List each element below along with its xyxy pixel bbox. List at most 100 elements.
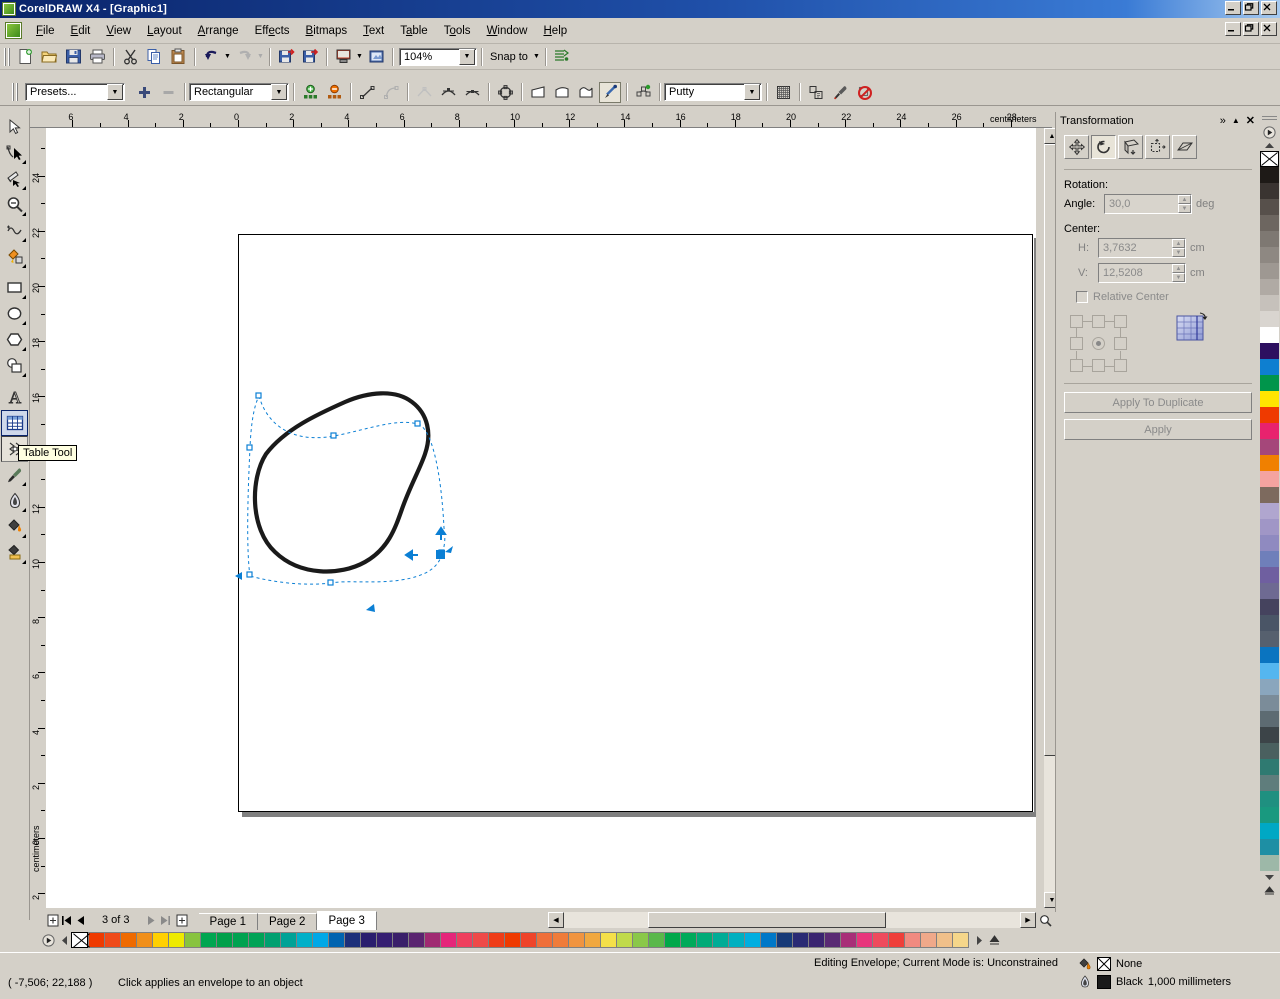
center-v-spin-buttons[interactable]: ▲ ▼ <box>1172 264 1185 282</box>
shape-tool[interactable] <box>1 140 28 166</box>
palette-swatch[interactable] <box>1260 647 1279 663</box>
palette-swatch[interactable] <box>1260 487 1279 503</box>
palette-swatch[interactable] <box>1260 199 1279 215</box>
palette-swatch[interactable] <box>568 932 585 948</box>
application-launcher-icon[interactable] <box>332 46 354 67</box>
anchor-bottom-right[interactable] <box>1114 359 1127 372</box>
smooth-node-icon[interactable] <box>437 82 459 103</box>
minimize-button[interactable] <box>1225 1 1241 15</box>
scroll-right-button[interactable]: ▶ <box>1020 912 1036 928</box>
palette-scroll-up-icon[interactable] <box>1260 140 1279 151</box>
mdi-minimize-button[interactable] <box>1225 22 1241 36</box>
palette-swatch[interactable] <box>696 932 713 948</box>
palette-swatch[interactable] <box>296 932 313 948</box>
palette-menu-icon[interactable] <box>1260 125 1279 140</box>
restore-button[interactable] <box>1243 1 1259 15</box>
import-icon[interactable] <box>275 46 297 67</box>
next-page-icon[interactable] <box>144 912 158 928</box>
menu-table[interactable]: Table <box>392 22 436 40</box>
eyedropper-icon[interactable] <box>829 82 851 103</box>
polygon-tool[interactable] <box>1 327 28 353</box>
anchor-bottom-center[interactable] <box>1092 359 1105 372</box>
menu-view[interactable]: View <box>98 22 139 40</box>
center-h-spinner[interactable]: 3,7632 ▲ ▼ <box>1098 238 1186 258</box>
palette-swatch[interactable] <box>520 932 537 948</box>
position-tab[interactable] <box>1064 135 1089 159</box>
palette-swatch[interactable] <box>616 932 633 948</box>
palette-swatch[interactable] <box>936 932 953 948</box>
palette-swatch[interactable] <box>1260 343 1279 359</box>
copy-envelope-properties-icon[interactable] <box>805 82 827 103</box>
center-h-spin-buttons[interactable]: ▲ ▼ <box>1172 239 1185 257</box>
zoom-to-fit-icon[interactable] <box>1036 912 1054 928</box>
vertical-ruler[interactable]: 2024681012141618202224 <box>30 128 47 908</box>
palette-swatch[interactable] <box>776 932 793 948</box>
add-node-icon[interactable] <box>299 82 321 103</box>
cusp-node-icon[interactable] <box>413 82 435 103</box>
flyout-arrow-icon[interactable] <box>22 321 26 325</box>
palette-swatch[interactable] <box>360 932 377 948</box>
keep-lines-icon[interactable] <box>772 82 794 103</box>
palette-swatch[interactable] <box>1260 839 1279 855</box>
palette-swatch[interactable] <box>1260 503 1279 519</box>
palette-swatch[interactable] <box>1260 855 1279 871</box>
fill-swatch-none[interactable] <box>1097 957 1111 971</box>
corel-online-icon[interactable] <box>365 46 387 67</box>
anchor-center[interactable] <box>1092 337 1105 350</box>
anchor-middle-left[interactable] <box>1070 337 1083 350</box>
delete-node-icon[interactable] <box>323 82 345 103</box>
anchor-point-grid[interactable] <box>1070 315 1132 373</box>
window-controls[interactable] <box>1225 1 1277 15</box>
chevron-double-right-icon[interactable]: » <box>1220 115 1226 127</box>
skew-tab[interactable] <box>1172 135 1197 159</box>
hpalette-none-swatch[interactable] <box>71 932 88 948</box>
mdi-restore-button[interactable] <box>1243 22 1259 36</box>
minus-icon[interactable] <box>157 82 179 103</box>
palette-swatch[interactable] <box>1260 615 1279 631</box>
anchor-bottom-left[interactable] <box>1070 359 1083 372</box>
flyout-arrow-icon[interactable] <box>22 482 26 486</box>
palette-swatch[interactable] <box>1260 791 1279 807</box>
add-page-start-icon[interactable] <box>46 912 60 928</box>
palette-swatch[interactable] <box>312 932 329 948</box>
palette-swatch[interactable] <box>1260 439 1279 455</box>
palette-swatch[interactable] <box>728 932 745 948</box>
line-node-icon[interactable] <box>356 82 378 103</box>
palette-swatch[interactable] <box>1260 215 1279 231</box>
flyout-arrow-icon[interactable] <box>22 264 26 268</box>
palette-swatch[interactable] <box>904 932 921 948</box>
palette-swatch[interactable] <box>248 932 265 948</box>
flyout-arrow-icon[interactable] <box>22 212 26 216</box>
flyout-arrow-icon[interactable] <box>22 373 26 377</box>
flyout-arrow-icon[interactable] <box>22 560 26 564</box>
palette-swatch[interactable] <box>808 932 825 948</box>
horizontal-ruler[interactable]: 6 4 2 0 2 4 6 8 10 12 14 16 18 20 22 24 26 28 <box>30 112 1052 128</box>
palette-swatch[interactable] <box>648 932 665 948</box>
curve-node-icon[interactable] <box>380 82 402 103</box>
print-icon[interactable] <box>86 46 108 67</box>
palette-swatch[interactable] <box>120 932 137 948</box>
palette-swatch[interactable] <box>1260 423 1279 439</box>
menu-window[interactable]: Window <box>479 22 536 40</box>
rectangle-tool[interactable] <box>1 275 28 301</box>
palette-swatch[interactable] <box>1260 263 1279 279</box>
outline-swatch[interactable] <box>1097 975 1111 989</box>
text-tool[interactable]: A <box>1 384 28 410</box>
palette-swatch[interactable] <box>1260 599 1279 615</box>
toolbar-grip[interactable] <box>4 47 10 66</box>
first-page-icon[interactable] <box>60 912 74 928</box>
redo-dropdown-icon[interactable]: ▼ <box>256 48 265 66</box>
palette-swatch[interactable] <box>952 932 969 948</box>
palette-swatch[interactable] <box>1260 727 1279 743</box>
apply-to-duplicate-button[interactable]: Apply To Duplicate <box>1064 392 1252 413</box>
cut-icon[interactable] <box>119 46 141 67</box>
palette-swatch[interactable] <box>1260 535 1279 551</box>
chevron-up-icon[interactable]: ▲ <box>1232 116 1240 125</box>
palette-swatch[interactable] <box>488 932 505 948</box>
horizontal-scroll-thumb[interactable] <box>648 912 886 928</box>
palette-swatch[interactable] <box>1260 279 1279 295</box>
palette-swatch[interactable] <box>920 932 937 948</box>
palette-swatch[interactable] <box>1260 519 1279 535</box>
palette-swatch[interactable] <box>632 932 649 948</box>
angle-spin-buttons[interactable]: ▲ ▼ <box>1178 195 1191 213</box>
